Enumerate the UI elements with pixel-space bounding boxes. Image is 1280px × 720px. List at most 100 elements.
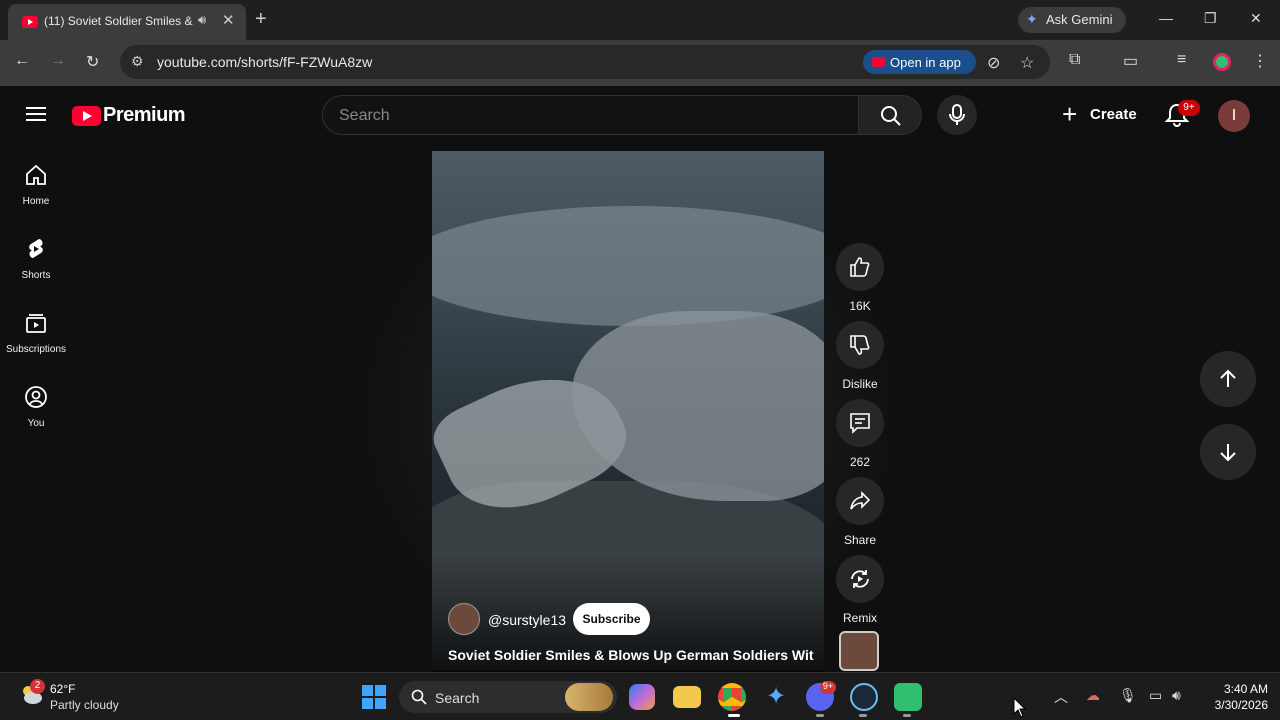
- microphone-tray-icon[interactable]: 🎙︎: [1119, 687, 1137, 704]
- mouse-cursor-icon: [1013, 697, 1027, 718]
- channel-avatar[interactable]: [448, 603, 480, 635]
- comments-button[interactable]: [836, 399, 884, 447]
- subscriptions-icon: [26, 314, 46, 333]
- menu-kebab-icon[interactable]: ⋮: [1252, 51, 1268, 71]
- extensions-icon[interactable]: ⧉: [1069, 51, 1080, 69]
- volume-icon[interactable]: 🔊︎: [1172, 687, 1181, 704]
- profile-icon[interactable]: [1213, 53, 1231, 71]
- thumbs-down-icon: [850, 335, 870, 355]
- guide-item-home[interactable]: Home: [0, 163, 72, 207]
- network-icon[interactable]: ▭: [1149, 687, 1162, 704]
- site-info-icon[interactable]: ⚙︎: [131, 53, 144, 70]
- video-frame-texture: [432, 206, 824, 326]
- weather-condition[interactable]: Partly cloudy: [50, 698, 119, 712]
- tab-audio-icon[interactable]: 🔊︎: [198, 12, 206, 28]
- thumbs-up-icon: [850, 257, 870, 277]
- share-label: Share: [843, 533, 877, 547]
- comment-icon: [850, 413, 870, 434]
- search-button[interactable]: [858, 95, 922, 135]
- reload-icon[interactable]: ↻: [86, 52, 99, 72]
- clock-date: 3/30/2026: [1214, 698, 1268, 712]
- video-frame-hand: [572, 311, 824, 501]
- bookmark-star-icon[interactable]: ☆: [1020, 53, 1034, 73]
- green-app-icon[interactable]: [894, 683, 922, 711]
- taskbar-search[interactable]: Search: [399, 681, 617, 713]
- arrow-up-icon: [1220, 369, 1236, 387]
- open-in-app-button[interactable]: Open in app: [863, 50, 976, 74]
- dislike-action[interactable]: Dislike: [836, 321, 884, 391]
- window-close-icon[interactable]: ✕: [1250, 10, 1262, 27]
- copilot-app-icon[interactable]: [629, 684, 655, 710]
- forward-arrow-icon[interactable]: →: [50, 52, 66, 70]
- browser-toolbar: ← → ↻ ⚙︎ youtube.com/shorts/fF-FZWuA8zw …: [0, 40, 1280, 86]
- arrow-down-icon: [1220, 444, 1236, 462]
- clock-time: 3:40 AM: [1223, 682, 1268, 696]
- youtube-favicon-icon: [22, 16, 38, 28]
- account-avatar[interactable]: I: [1218, 100, 1250, 132]
- back-arrow-icon[interactable]: ←: [14, 52, 30, 70]
- windows-start-icon[interactable]: [362, 685, 386, 709]
- media-controls-icon[interactable]: ≡: [1177, 51, 1186, 69]
- url-text: youtube.com/shorts/fF-FZWuA8zw: [157, 54, 373, 70]
- guide-item-you[interactable]: You: [0, 385, 72, 429]
- guide-item-subscriptions[interactable]: Subscriptions: [0, 311, 72, 355]
- ask-gemini-button[interactable]: ✦ Ask Gemini: [1018, 7, 1126, 33]
- share-arrow-icon: [850, 491, 871, 510]
- dislike-label: Dislike: [842, 377, 878, 391]
- ask-gemini-label: Ask Gemini: [1046, 12, 1113, 27]
- restore-icon[interactable]: ❐: [1204, 10, 1217, 27]
- gemini-sparkle-icon: ✦: [1026, 11, 1038, 27]
- remix-button[interactable]: [836, 555, 884, 603]
- eye-off-icon[interactable]: ⊘: [987, 53, 1000, 73]
- comments-action[interactable]: 262: [836, 399, 884, 469]
- address-bar[interactable]: ⚙︎ youtube.com/shorts/fF-FZWuA8zw Open i…: [120, 45, 1050, 79]
- steam-running-indicator: [859, 714, 867, 717]
- tab-close-icon[interactable]: ✕: [222, 11, 235, 29]
- like-button[interactable]: [836, 243, 884, 291]
- cast-icon[interactable]: ▭: [1123, 51, 1138, 71]
- subscribe-button[interactable]: Subscribe: [573, 603, 650, 635]
- windows-taskbar: 2 62°F Partly cloudy Search ✦ 9+ ︿ ☁︎ 🎙︎…: [0, 672, 1280, 720]
- remix-action[interactable]: Remix: [836, 555, 884, 625]
- search-icon: [411, 689, 427, 705]
- shorts-video-player[interactable]: @surstyle13 Subscribe Soviet Soldier Smi…: [432, 151, 824, 672]
- share-action[interactable]: Share: [836, 477, 884, 547]
- like-count: 16K: [849, 299, 871, 313]
- plus-icon: +: [1062, 99, 1078, 129]
- microphone-icon: [949, 104, 965, 125]
- share-button[interactable]: [836, 477, 884, 525]
- voice-search-button[interactable]: [937, 95, 977, 135]
- system-clock[interactable]: 3:40 AM 3/30/2026: [1198, 681, 1268, 713]
- guide-menu-icon[interactable]: [26, 107, 46, 121]
- comment-count: 262: [849, 455, 871, 469]
- search-highlight-image: [565, 683, 613, 711]
- browser-tab-bar: (11) Soviet Soldier Smiles & Blows Up Ge…: [0, 0, 1280, 40]
- onedrive-error-icon[interactable]: ☁︎: [1086, 687, 1100, 704]
- gemini-app-icon[interactable]: ✦: [762, 683, 790, 711]
- file-explorer-icon[interactable]: [673, 686, 701, 708]
- sound-thumbnail[interactable]: [839, 631, 879, 671]
- chrome-active-indicator: [728, 714, 740, 717]
- tray-overflow-chevron-icon[interactable]: ︿: [1054, 687, 1068, 707]
- previous-short-button[interactable]: [1200, 351, 1256, 407]
- search-icon: [881, 106, 901, 126]
- notification-badge: 9+: [1178, 100, 1200, 116]
- short-title[interactable]: Soviet Soldier Smiles & Blows Up German …: [448, 647, 814, 663]
- dislike-button[interactable]: [836, 321, 884, 369]
- weather-temperature[interactable]: 62°F: [50, 682, 75, 696]
- chrome-app-icon[interactable]: [718, 683, 746, 711]
- channel-handle[interactable]: @surstyle13: [488, 612, 566, 628]
- browser-tab[interactable]: (11) Soviet Soldier Smiles & Blows Up Ge…: [8, 4, 246, 40]
- create-button[interactable]: + Create: [1056, 95, 1144, 135]
- youtube-play-icon: [72, 106, 101, 126]
- search-input[interactable]: Search: [322, 95, 859, 135]
- shorts-icon: [29, 239, 43, 258]
- steam-app-icon[interactable]: [850, 683, 878, 711]
- like-action[interactable]: 16K: [836, 243, 884, 313]
- minimize-icon[interactable]: —: [1159, 10, 1173, 26]
- guide-item-shorts[interactable]: Shorts: [0, 237, 72, 281]
- remix-icon: [851, 570, 869, 588]
- next-short-button[interactable]: [1200, 424, 1256, 480]
- you-icon: [25, 386, 47, 408]
- new-tab-icon[interactable]: +: [255, 8, 267, 31]
